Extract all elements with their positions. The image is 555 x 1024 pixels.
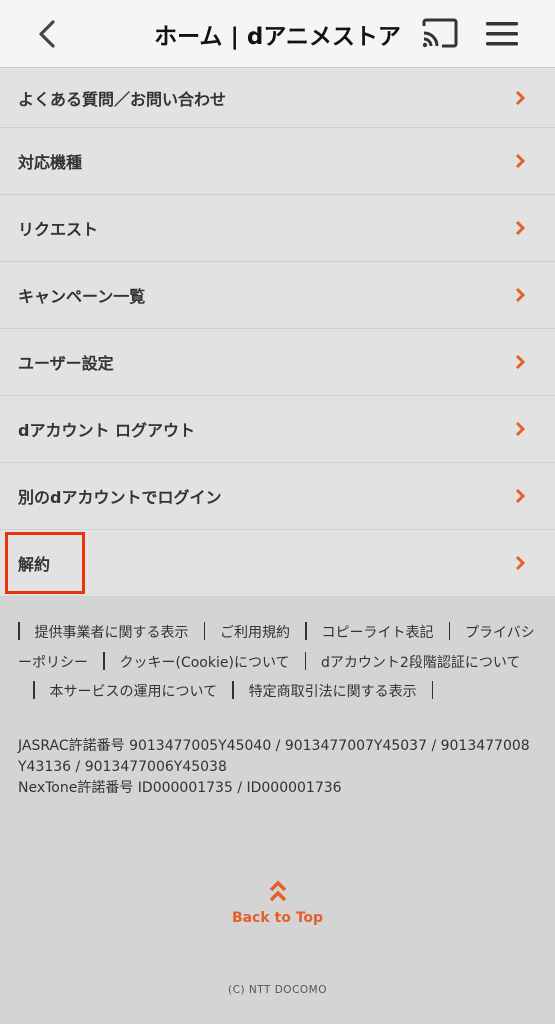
menu-item-label: キャンペーン一覧 bbox=[18, 287, 146, 306]
menu-item-switch-account[interactable]: 別のdアカウントでログイン bbox=[0, 463, 555, 530]
menu-item-label: dアカウント ログアウト bbox=[18, 421, 196, 440]
footer-link[interactable]: 特定商取引法に関する表示 bbox=[249, 684, 417, 700]
menu-item-request[interactable]: リクエスト bbox=[0, 195, 555, 262]
app-header: ホーム | dアニメストア bbox=[0, 0, 555, 68]
divider bbox=[431, 681, 434, 699]
chevron-right-icon bbox=[515, 555, 525, 571]
chevron-right-icon bbox=[515, 220, 525, 236]
divider bbox=[448, 622, 450, 640]
footer-link[interactable]: dアカウント2段階認証について bbox=[321, 655, 520, 671]
footer-link[interactable]: クッキー(Cookie)について bbox=[120, 655, 290, 671]
chevron-right-icon bbox=[515, 488, 525, 504]
menu-list: よくある質問／お問い合わせ 対応機種 リクエスト キャンペーン一覧 ユーザー設定… bbox=[0, 68, 555, 597]
footer-link[interactable]: 本サービスの運用について bbox=[50, 684, 218, 700]
footer: 提供事業者に関する表示 ご利用規約 コピーライト表記 プライバシーポリシー クッキー(C… bbox=[0, 597, 555, 799]
back-to-top-button[interactable]: Back to Top bbox=[0, 878, 555, 926]
chevron-right-icon bbox=[515, 153, 525, 169]
footer-links: 提供事業者に関する表示 ご利用規約 コピーライト表記 プライバシーポリシー クッキー(C… bbox=[18, 619, 537, 708]
cast-button[interactable] bbox=[420, 17, 464, 51]
divider bbox=[33, 681, 35, 699]
divider bbox=[232, 681, 234, 699]
divider bbox=[18, 622, 20, 640]
jasrac-license-text: JASRAC許諾番号 9013477005Y45040 / 9013477007… bbox=[18, 737, 530, 775]
menu-item-user-settings[interactable]: ユーザー設定 bbox=[0, 329, 555, 396]
menu-item-logout[interactable]: dアカウント ログアウト bbox=[0, 396, 555, 463]
chevron-right-icon bbox=[515, 421, 525, 437]
menu-item-devices[interactable]: 対応機種 bbox=[0, 128, 555, 195]
double-chevron-up-icon bbox=[269, 880, 286, 902]
chevron-right-icon bbox=[515, 90, 525, 105]
back-button[interactable] bbox=[30, 17, 64, 51]
menu-item-faq[interactable]: よくある質問／お問い合わせ bbox=[0, 68, 555, 128]
menu-item-label: よくある質問／お問い合わせ bbox=[18, 89, 227, 109]
menu-item-label: リクエスト bbox=[18, 220, 99, 239]
hamburger-menu-button[interactable] bbox=[484, 17, 524, 51]
menu-item-cancel-subscription[interactable]: 解約 bbox=[0, 530, 555, 597]
nextone-license-text: NexTone許諾番号 ID000001735 / ID000001736 bbox=[18, 779, 342, 796]
highlight-box bbox=[5, 532, 85, 594]
divider bbox=[103, 651, 105, 670]
divider bbox=[305, 622, 307, 640]
hamburger-icon bbox=[486, 22, 518, 46]
copyright: (C) NTT DOCOMO bbox=[228, 984, 327, 996]
menu-item-label: 別のdアカウントでログイン bbox=[18, 488, 222, 507]
menu-item-campaigns[interactable]: キャンペーン一覧 bbox=[0, 262, 555, 329]
footer-link[interactable]: 提供事業者に関する表示 bbox=[35, 625, 189, 641]
menu-item-label: 対応機種 bbox=[18, 153, 83, 172]
page-title: ホーム | dアニメストア bbox=[154, 24, 401, 50]
cast-icon bbox=[422, 18, 458, 48]
menu-item-label: ユーザー設定 bbox=[18, 354, 114, 373]
divider bbox=[304, 651, 307, 670]
chevron-right-icon bbox=[515, 287, 525, 303]
chevron-left-icon bbox=[39, 20, 55, 48]
back-to-top-label: Back to Top bbox=[231, 910, 324, 926]
footer-link[interactable]: ご利用規約 bbox=[220, 625, 290, 641]
footer-link[interactable]: コピーライト表記 bbox=[322, 625, 434, 641]
chevron-right-icon bbox=[515, 354, 525, 370]
license-info: JASRAC許諾番号 9013477005Y45040 / 9013477007… bbox=[18, 736, 537, 799]
divider bbox=[203, 622, 205, 640]
